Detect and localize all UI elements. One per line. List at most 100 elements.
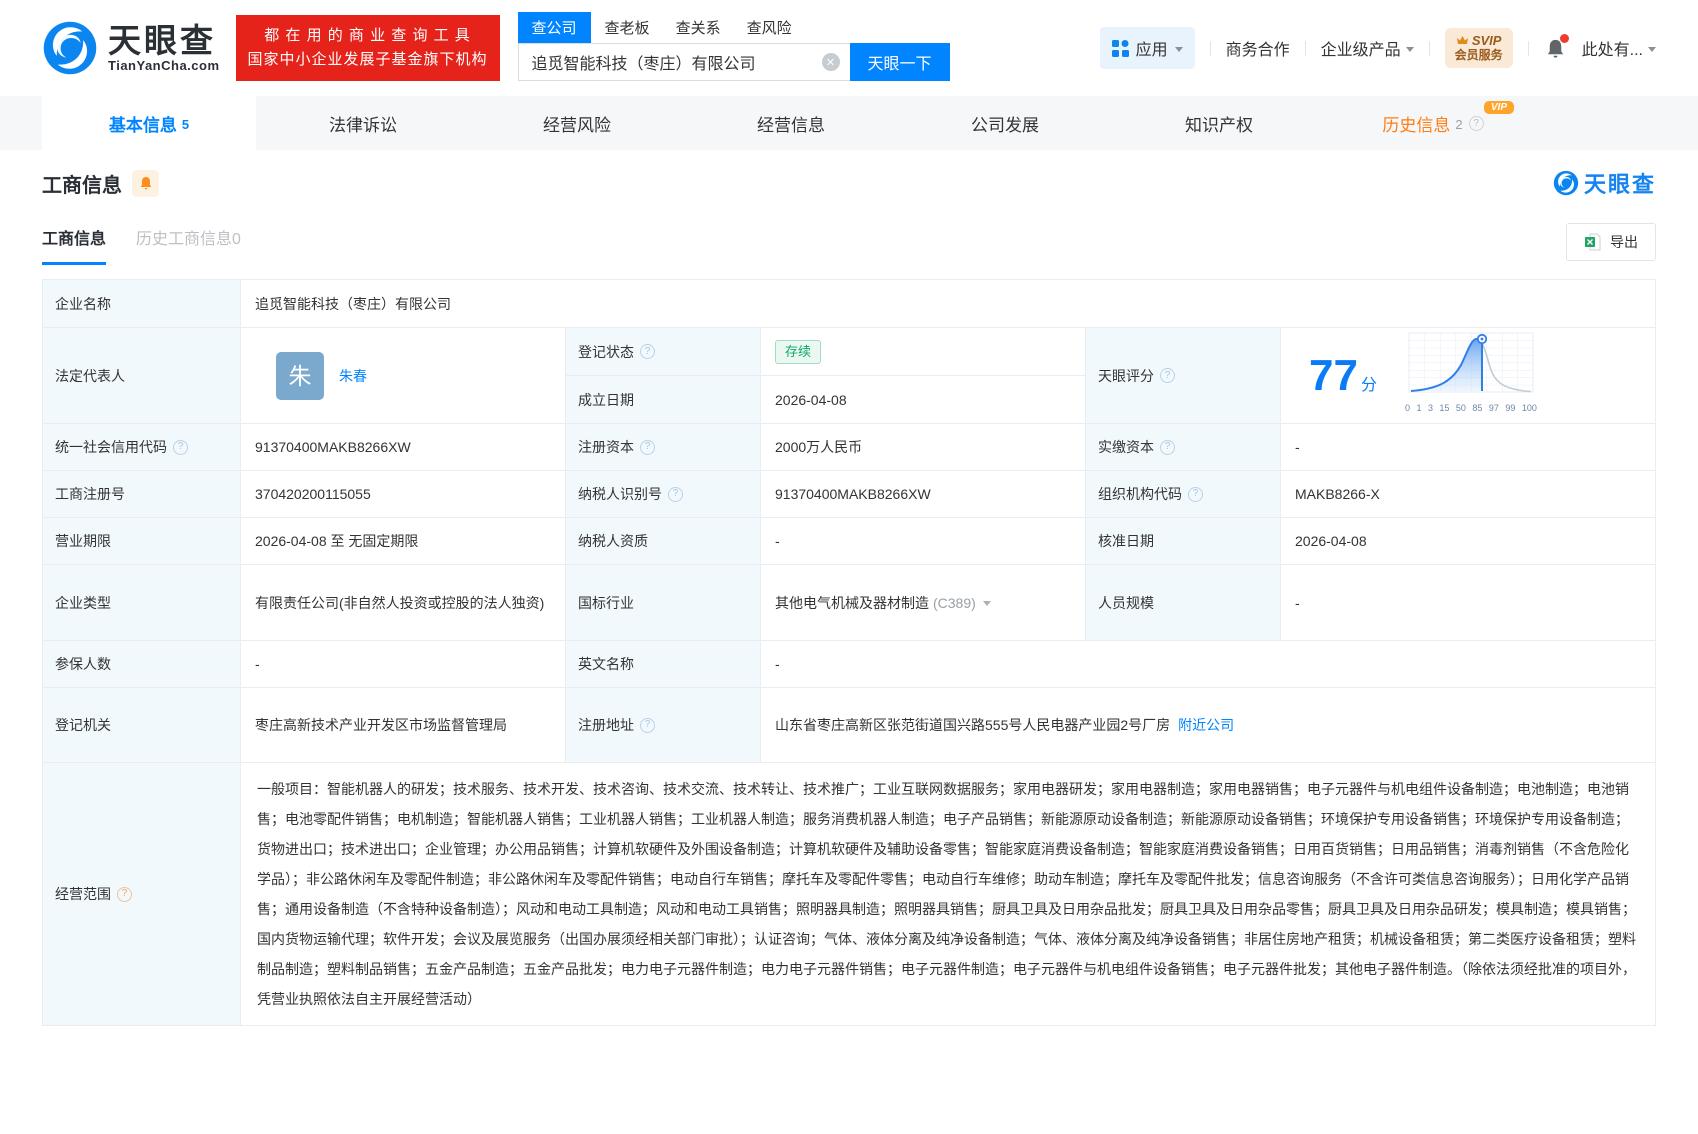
slogan-line2: 国家中小企业发展子基金旗下机构 [247, 51, 488, 68]
subscribe-alert-button[interactable] [132, 169, 159, 197]
subtab-history-business-info[interactable]: 历史工商信息0 [136, 225, 241, 265]
score-distribution-chart: 0 1 3 15 50 85 97 99 100 [1391, 331, 1539, 420]
taxpayer-quality-label: 纳税人资质 [578, 533, 648, 549]
watermark-logo: 天眼查 [1553, 167, 1656, 199]
search-tab-risk[interactable]: 查风险 [747, 17, 792, 43]
taxpayer-id-cell: 91370400MAKB8266XW [761, 471, 1086, 518]
legal-rep-cell: 朱 朱春 [241, 328, 566, 424]
subtab-business-info[interactable]: 工商信息 [42, 225, 107, 265]
field-label: 法定代表人 [43, 328, 241, 424]
business-scope-text: 一般项目：智能机器人的研发；技术服务、技术开发、技术咨询、技术交流、技术转让、技… [257, 781, 1636, 1007]
nav-tab-lawsuit[interactable]: 法律诉讼 [256, 96, 470, 150]
help-icon[interactable]: ? [668, 486, 683, 502]
help-icon[interactable]: ? [640, 717, 655, 733]
nav-tab-history[interactable]: 历史信息 2? VIP [1326, 96, 1540, 150]
tianyancha-logo[interactable]: 天眼查 TianYanCha.com [42, 20, 220, 76]
reg-status-label: 登记状态 [578, 343, 634, 360]
field-label: 统一社会信用代码 ? [43, 424, 241, 471]
credit-code-text: 91370400MAKB8266XW [255, 439, 411, 455]
nav-tab-development[interactable]: 公司发展 [898, 96, 1112, 150]
reg-authority-cell: 枣庄高新技术产业开发区市场监督管理局 [241, 688, 566, 763]
industry-label: 国标行业 [578, 594, 634, 611]
business-term-cell: 2026-04-08 至 无固定期限 [241, 518, 566, 565]
notifications-button[interactable] [1544, 33, 1569, 60]
avatar[interactable]: 朱 [276, 351, 324, 400]
svip-member-button[interactable]: SVIP 会员服务 [1444, 28, 1513, 68]
search-tab-relation[interactable]: 查关系 [676, 17, 721, 43]
field-label: 经营范围 ? [43, 763, 241, 1025]
help-icon[interactable]: ? [640, 439, 655, 455]
org-code-text: MAKB8266-X [1295, 486, 1380, 502]
help-icon[interactable]: ? [1468, 115, 1484, 131]
search-tab-boss[interactable]: 查老板 [605, 17, 650, 43]
industry-text: 其他电气机械及器材制造 [775, 594, 929, 611]
score-axis-tick: 85 [1472, 403, 1483, 413]
user-account-label: 此处有... [1581, 42, 1643, 59]
company-type-label: 企业类型 [55, 594, 111, 611]
staff-size-text: - [1295, 594, 1300, 611]
establish-date-label: 成立日期 [578, 391, 634, 408]
export-button[interactable]: 导出 [1566, 223, 1656, 261]
search-tab-company[interactable]: 查公司 [517, 12, 591, 43]
english-name-label: 英文名称 [578, 656, 634, 672]
enterprise-products-menu[interactable]: 企业级产品 [1321, 36, 1414, 60]
divider [1527, 40, 1529, 56]
score-axis-tick: 0 [1404, 403, 1410, 413]
insured-count-text: - [255, 656, 260, 672]
reg-authority-label: 登记机关 [55, 717, 111, 733]
business-cooperation-link[interactable]: 商务合作 [1226, 36, 1290, 60]
export-label: 导出 [1610, 234, 1638, 250]
legal-rep-link[interactable]: 朱春 [339, 364, 367, 388]
chevron-down-icon[interactable] [982, 601, 991, 606]
nearby-companies-link[interactable]: 附近公司 [1178, 713, 1234, 737]
nav-tab-label: 经营风险 [543, 115, 611, 135]
field-label: 注册地址 ? [566, 688, 761, 763]
chevron-down-icon [1405, 46, 1414, 52]
nav-tab-basic[interactable]: 基本信息 5 [42, 96, 256, 150]
approval-date-label: 核准日期 [1098, 533, 1154, 549]
taxpayer-id-label: 纳税人识别号 [578, 486, 662, 502]
score-value: 77 [1309, 350, 1358, 400]
nav-tab-label: 历史信息 [1382, 115, 1451, 135]
chevron-down-icon [1648, 46, 1656, 52]
staff-size-cell: - [1281, 565, 1655, 641]
company-name-value: 追觅智能科技（枣庄）有限公司 [241, 280, 1655, 328]
insured-count-label: 参保人数 [55, 656, 111, 672]
search-button[interactable]: 天眼一下 [849, 43, 950, 81]
reg-authority-text: 枣庄高新技术产业开发区市场监督管理局 [255, 717, 507, 733]
help-icon[interactable]: ? [173, 439, 188, 455]
svip-label: SVIP [1471, 33, 1502, 48]
nav-tab-count: 2 [1455, 116, 1463, 132]
reg-address-text: 山东省枣庄高新区张范街道国兴路555号人民电器产业园2号厂房 [775, 717, 1171, 733]
help-icon[interactable]: ? [1160, 439, 1175, 455]
apps-menu-button[interactable]: 应用 [1099, 27, 1195, 69]
section-title: 工商信息 [42, 174, 122, 197]
score-axis-tick: 100 [1521, 403, 1537, 413]
nav-tab-ip[interactable]: 知识产权 [1112, 96, 1326, 150]
score-axis-tick: 97 [1488, 403, 1499, 413]
paid-capital-cell: - [1281, 424, 1655, 471]
divider [1209, 40, 1211, 56]
user-account-menu[interactable]: 此处有... [1582, 36, 1656, 60]
help-icon[interactable]: ? [1188, 486, 1203, 502]
help-icon[interactable]: ? [117, 886, 132, 902]
field-label: 纳税人识别号 ? [566, 471, 761, 518]
reg-capital-text: 2000万人民币 [775, 439, 863, 455]
divider [1304, 40, 1306, 56]
score-axis-labels: 0 1 3 15 50 85 97 99 100 [1391, 395, 1539, 420]
insured-count-cell: - [241, 641, 566, 688]
score-axis-tick: 99 [1505, 403, 1516, 413]
search-input[interactable] [517, 43, 850, 81]
reg-capital-label: 注册资本 [578, 439, 634, 455]
field-label: 登记状态 ? [566, 328, 761, 376]
clear-search-icon[interactable]: ✕ [821, 53, 840, 71]
nav-tab-operation[interactable]: 经营信息 [684, 96, 898, 150]
business-scope-label: 经营范围 [55, 886, 111, 902]
nav-tab-risk[interactable]: 经营风险 [470, 96, 684, 150]
help-icon[interactable]: ? [1160, 368, 1175, 383]
establish-date-text: 2026-04-08 [775, 391, 847, 408]
top-header: 天眼查 TianYanCha.com 都 在 用 的 商 业 查 询 工 具 国… [0, 0, 1698, 96]
help-icon[interactable]: ? [640, 344, 655, 359]
company-nav-tabs: 基本信息 5 法律诉讼 经营风险 经营信息 公司发展 知识产权 历史信息 2? VIP [0, 96, 1698, 150]
approval-date-text: 2026-04-08 [1295, 533, 1367, 549]
